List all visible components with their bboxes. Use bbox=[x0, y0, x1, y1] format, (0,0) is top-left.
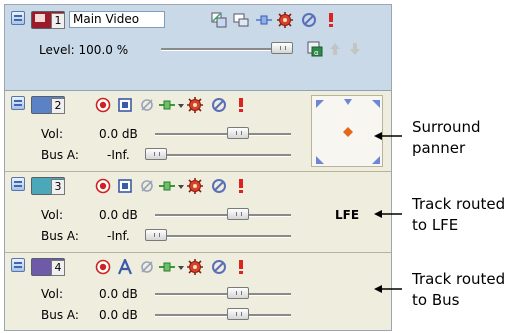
audio-track-header: 2 Vol: 0.0 dB Bus A: -Inf. bbox=[5, 91, 391, 172]
track-name-field[interactable]: Main Video bbox=[69, 11, 165, 28]
callout-line: Surround bbox=[412, 118, 481, 136]
callout-lfe-routing: Track routed to LFE bbox=[412, 194, 505, 236]
bus-value: 0.0 dB bbox=[99, 308, 138, 322]
mute-icon[interactable] bbox=[211, 97, 227, 113]
volume-value: 0.0 dB bbox=[99, 287, 138, 301]
bus-value: -Inf. bbox=[107, 148, 130, 162]
solo-icon[interactable] bbox=[233, 178, 249, 194]
composite-mode-icon[interactable] bbox=[211, 12, 227, 28]
track-number: 3 bbox=[51, 179, 65, 195]
invert-phase-icon[interactable] bbox=[139, 259, 155, 275]
record-arm-icon[interactable] bbox=[95, 178, 111, 194]
track-fx-icon[interactable] bbox=[187, 97, 203, 113]
track-motion-icon[interactable] bbox=[233, 12, 249, 28]
track-fx-plugin-icon[interactable] bbox=[117, 97, 133, 113]
bypass-motion-blur-icon[interactable]: α bbox=[307, 41, 323, 57]
volume-slider-track[interactable] bbox=[155, 293, 291, 296]
track-fx-plugin-icon[interactable] bbox=[117, 178, 133, 194]
track-fx-chain-icon[interactable] bbox=[159, 259, 185, 275]
callout-bus-routing: Track routed to Bus bbox=[412, 269, 505, 311]
bus-slider-thumb[interactable] bbox=[145, 229, 167, 241]
svg-text:α: α bbox=[314, 49, 319, 57]
volume-slider-thumb[interactable] bbox=[227, 208, 249, 220]
bus-label: Bus A: bbox=[41, 229, 79, 243]
bus-slider-thumb[interactable] bbox=[145, 148, 167, 160]
volume-slider-thumb[interactable] bbox=[227, 287, 249, 299]
callout-line: Track routed bbox=[412, 270, 506, 288]
mute-icon[interactable] bbox=[301, 12, 317, 28]
callout-line: to LFE bbox=[412, 216, 459, 234]
volume-label: Vol: bbox=[41, 127, 63, 141]
volume-value: 0.0 dB bbox=[99, 127, 138, 141]
make-compositing-child-icon[interactable] bbox=[347, 41, 363, 57]
video-frame-icon bbox=[35, 14, 45, 22]
make-compositing-parent-icon[interactable] bbox=[327, 41, 343, 57]
bus-slider-track[interactable] bbox=[155, 314, 291, 317]
level-readout: Level: 100.0 % bbox=[39, 43, 129, 57]
automation-mode-icon[interactable] bbox=[117, 259, 133, 275]
track-fx-icon[interactable] bbox=[277, 12, 293, 28]
track-number: 2 bbox=[51, 98, 65, 114]
bus-slider-thumb[interactable] bbox=[227, 308, 249, 320]
lfe-label: LFE bbox=[335, 208, 360, 222]
callout-surround-panner: Surround panner bbox=[412, 117, 480, 159]
mute-icon[interactable] bbox=[211, 178, 227, 194]
track-color-chip[interactable]: 1 bbox=[31, 11, 65, 29]
track-fx-chain-icon[interactable] bbox=[256, 12, 272, 28]
invert-phase-icon[interactable] bbox=[139, 178, 155, 194]
callout-line: to Bus bbox=[412, 291, 460, 309]
track-color-chip[interactable]: 2 bbox=[31, 96, 65, 114]
track-minimize-button[interactable] bbox=[11, 11, 25, 25]
audio-track-header: 4 Vol: 0.0 dB Bus A: 0.0 dB bbox=[5, 253, 391, 330]
volume-label: Vol: bbox=[41, 287, 63, 301]
track-fx-chain-icon[interactable] bbox=[159, 97, 185, 113]
bus-value: -Inf. bbox=[107, 229, 130, 243]
bus-label: Bus A: bbox=[41, 148, 79, 162]
callout-arrow-surround bbox=[374, 132, 402, 140]
volume-slider-track[interactable] bbox=[155, 214, 291, 217]
track-minimize-button[interactable] bbox=[11, 177, 25, 191]
callout-line: Track routed bbox=[412, 195, 506, 213]
track-fx-icon[interactable] bbox=[187, 178, 203, 194]
track-fx-icon[interactable] bbox=[187, 259, 203, 275]
track-color-chip[interactable]: 3 bbox=[31, 177, 65, 195]
level-slider-thumb[interactable] bbox=[271, 42, 293, 54]
volume-slider-thumb[interactable] bbox=[227, 127, 249, 139]
track-color-chip[interactable]: 4 bbox=[31, 258, 65, 276]
volume-value: 0.0 dB bbox=[99, 208, 138, 222]
callout-line: panner bbox=[412, 139, 466, 157]
callout-arrow-bus bbox=[374, 285, 402, 293]
track-minimize-button[interactable] bbox=[11, 96, 25, 110]
track-number: 1 bbox=[51, 13, 65, 29]
callout-arrow-lfe bbox=[374, 210, 402, 218]
bus-label: Bus A: bbox=[41, 308, 79, 322]
solo-icon[interactable] bbox=[323, 12, 339, 28]
track-fx-chain-icon[interactable] bbox=[159, 178, 185, 194]
volume-label: Vol: bbox=[41, 208, 63, 222]
track-list-panel: 1 Main Video Level: 100.0 % α 2 Vol: 0.0… bbox=[4, 4, 392, 331]
solo-icon[interactable] bbox=[233, 259, 249, 275]
volume-slider-track[interactable] bbox=[155, 133, 291, 136]
solo-icon[interactable] bbox=[233, 97, 249, 113]
record-arm-icon[interactable] bbox=[95, 97, 111, 113]
track-minimize-button[interactable] bbox=[11, 258, 25, 272]
audio-track-header: 3 Vol: 0.0 dB LFE Bus A: -Inf. bbox=[5, 172, 391, 253]
mute-icon[interactable] bbox=[211, 259, 227, 275]
invert-phase-icon[interactable] bbox=[139, 97, 155, 113]
video-track-header: 1 Main Video Level: 100.0 % α bbox=[5, 5, 391, 91]
track-number: 4 bbox=[51, 260, 65, 276]
record-arm-icon[interactable] bbox=[95, 259, 111, 275]
